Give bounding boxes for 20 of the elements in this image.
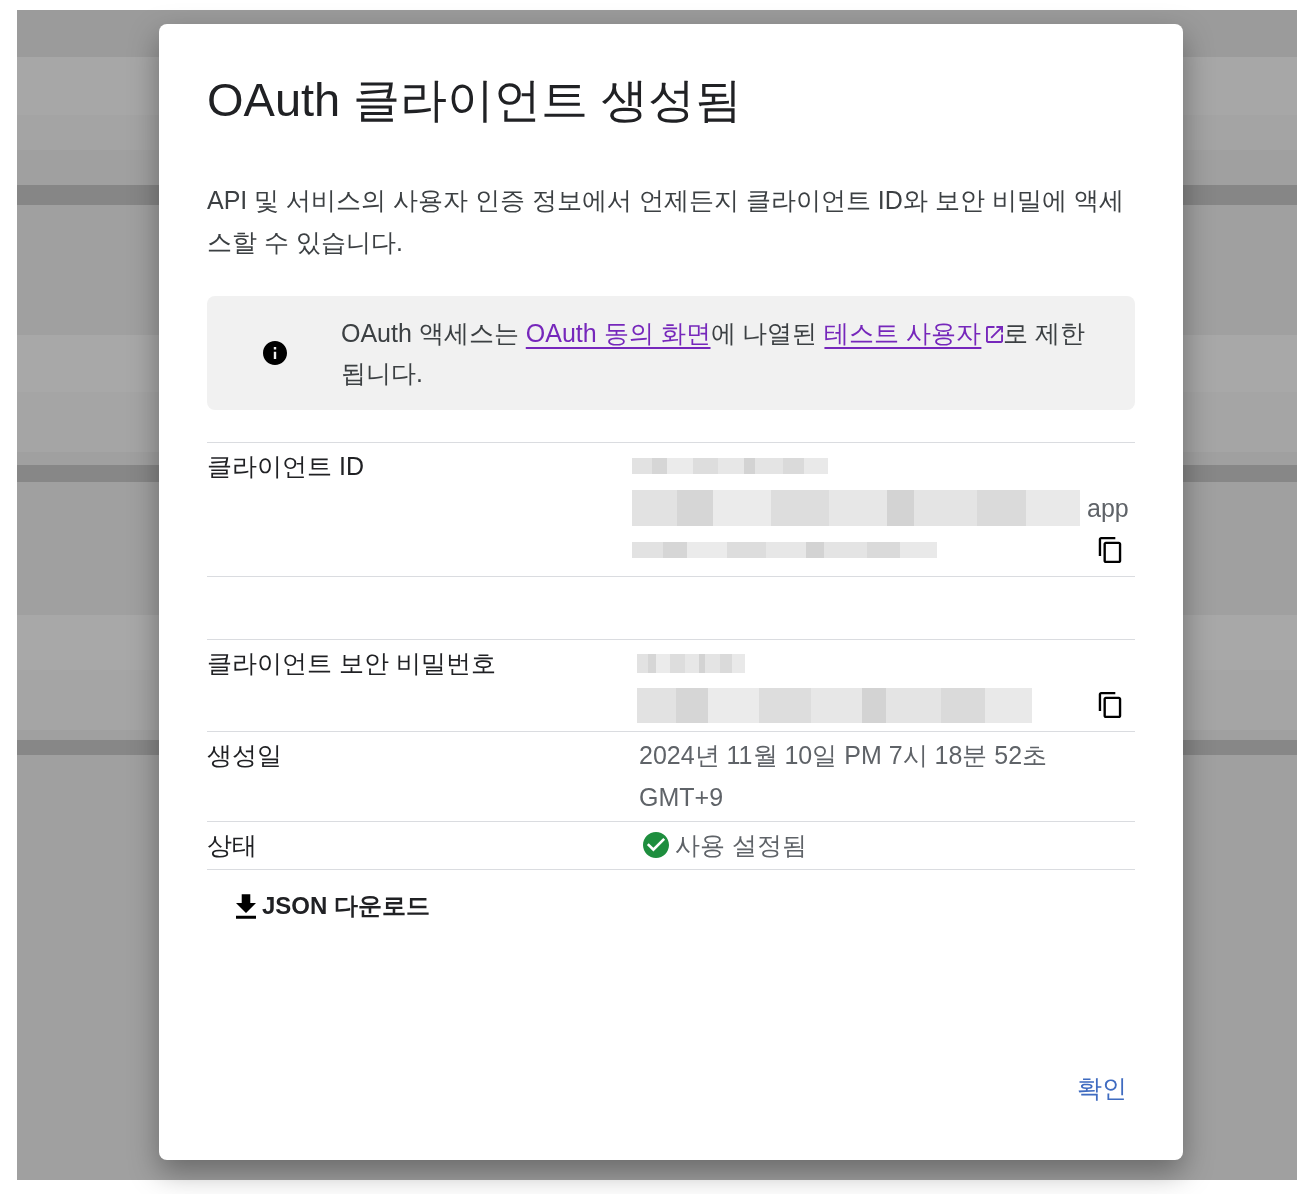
ok-button[interactable]: 확인	[1069, 1066, 1135, 1110]
field-value: app	[1087, 493, 1129, 524]
text-link[interactable]: OAuth 동의 화면	[525, 319, 711, 347]
dialog-description: API 및 서비스의 사용자 인증 정보에서 언제든지 클라이언트 ID와 보안 비밀에 액세스할 수 있습니다.	[207, 185, 1125, 258]
status-text: 사용 설정됨	[675, 830, 807, 861]
copy-button[interactable]	[1098, 692, 1122, 718]
field-label: 클라이언트 보안 비밀번호	[207, 648, 497, 679]
field-label: 클라이언트 ID	[207, 451, 365, 482]
info-icon	[263, 341, 287, 365]
copy-icon	[1098, 692, 1122, 718]
copy-button[interactable]	[1098, 537, 1122, 563]
field-value: 2024년 11월 10일 PM 7시 18분 52초 GMT+9	[639, 741, 1048, 811]
notice-text: OAuth 액세스는 OAuth 동의 화면에 나열된 테스트 사용자 로 제한됩니다.	[341, 318, 1087, 389]
dialog-title: OAuth 클라이언트 생성됨	[207, 72, 744, 128]
text-link[interactable]: 테스트 사용자	[824, 319, 1004, 347]
download-button[interactable]: JSON 다운로드	[226, 884, 441, 928]
field-label: 상태	[207, 830, 258, 861]
copy-icon	[1098, 537, 1122, 563]
field-label: 생성일	[207, 740, 283, 771]
download-icon	[236, 893, 256, 919]
